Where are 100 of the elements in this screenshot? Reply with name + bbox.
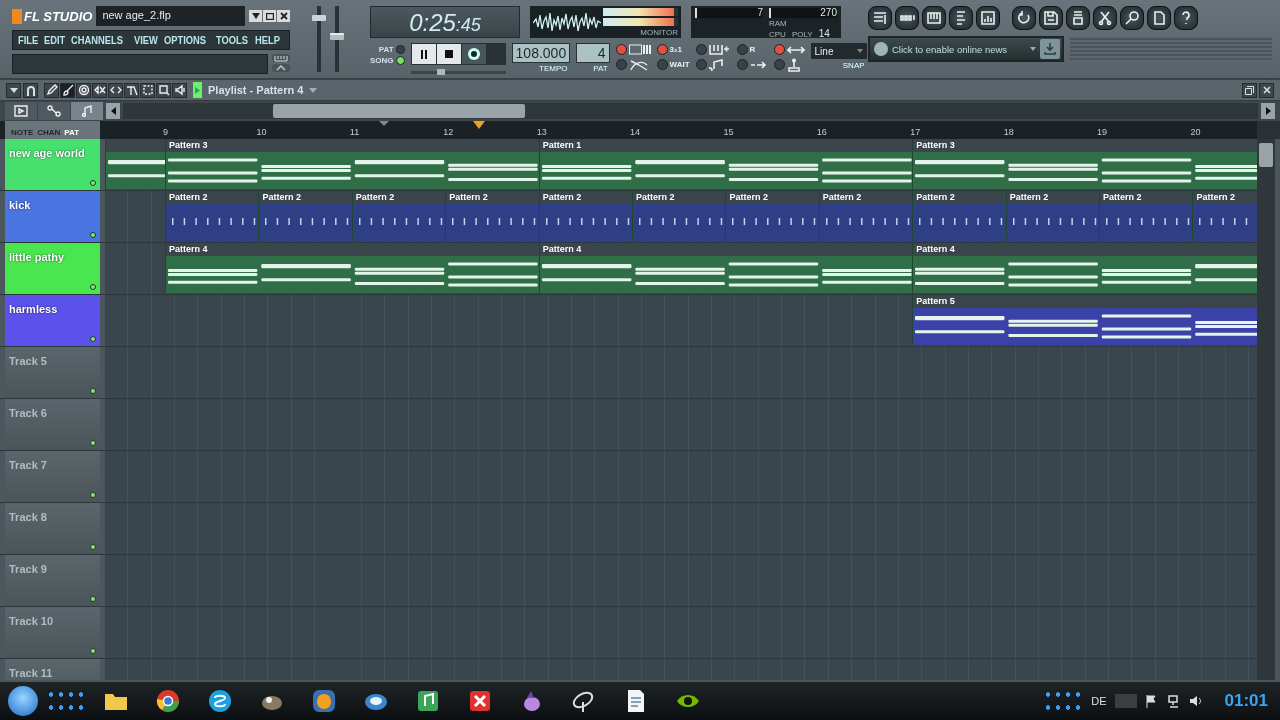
track-lane[interactable]: Pattern 4 Pattern 4 Pattern 4 [105, 243, 1257, 294]
slider-thumb[interactable] [330, 33, 344, 40]
toggle-light[interactable] [736, 59, 748, 70]
track-led-icon[interactable] [90, 388, 96, 394]
track-led-icon[interactable] [90, 180, 96, 186]
menu-caret-button[interactable] [249, 10, 262, 22]
track-led-icon[interactable] [90, 596, 96, 602]
save-button[interactable] [1039, 6, 1063, 30]
menu-item[interactable]: EDIT [43, 34, 66, 46]
start-button[interactable] [8, 686, 38, 716]
download-button[interactable] [1040, 39, 1060, 59]
dropdown-button[interactable] [6, 82, 21, 98]
toggle-light[interactable] [615, 44, 627, 55]
pattern-clip[interactable]: Pattern 4 [165, 243, 539, 293]
close-button[interactable] [277, 10, 290, 22]
language-indicator[interactable]: DE [1091, 695, 1107, 707]
pattern-clip[interactable]: Pattern 2 [912, 191, 1006, 241]
pencil-tool-button[interactable] [44, 82, 59, 98]
close-button[interactable] [1259, 82, 1274, 98]
slider-thumb[interactable] [312, 15, 326, 21]
menu-item[interactable]: VIEW [134, 34, 158, 46]
help-button[interactable] [1174, 6, 1198, 30]
menu-item[interactable]: HELP [255, 34, 281, 46]
track-header[interactable]: harmless [5, 295, 100, 346]
export-button[interactable] [1066, 6, 1090, 30]
pattern-clip[interactable]: Pattern 2 [258, 191, 352, 241]
undo-button[interactable] [1012, 6, 1036, 30]
volume-icon[interactable] [1188, 694, 1203, 708]
piano-button[interactable] [922, 6, 946, 30]
track-lane[interactable] [105, 399, 1257, 450]
notes-button[interactable] [1147, 6, 1171, 30]
mute-tool-button[interactable] [92, 82, 107, 98]
menu-item[interactable]: TOOLS [215, 34, 248, 46]
pattern-clip[interactable]: Pattern 5 [912, 295, 1257, 345]
pattern-clip[interactable]: Pattern 3 [912, 139, 1257, 189]
flag-icon[interactable] [1144, 694, 1159, 708]
maximize-button[interactable] [263, 10, 276, 22]
track-led-icon[interactable] [90, 284, 96, 290]
pattern-clip[interactable]: Pattern 2 [1099, 191, 1193, 241]
speaker-tool-button[interactable] [172, 82, 187, 98]
menu-item[interactable]: CHANNELS [70, 34, 123, 46]
clock[interactable]: 01:01 [1224, 691, 1268, 711]
toggle-light[interactable] [736, 44, 748, 55]
mixer-button[interactable] [976, 6, 1000, 30]
pattern-clip[interactable]: Pattern 2 [445, 191, 539, 241]
timeline-ruler[interactable]: 9 10 11 12 13 14 15 16 17 18 19 20 [105, 121, 1257, 139]
track-lane[interactable]: Pattern 2 Pattern 2 Pattern 2 Pattern 2 Pattern 2 Pattern 2 Pattern 2 Pattern 2 Pattern 2 Pattern 2 Pattern 2 Pattern 2 [105, 191, 1257, 242]
scroll-right-button[interactable] [1261, 103, 1275, 119]
pattern-clip[interactable]: Pattern 2 [725, 191, 819, 241]
news-panel[interactable]: Click to enable online news [868, 36, 1064, 62]
pattern-clip[interactable]: Pattern 2 [351, 191, 446, 241]
track-lane[interactable] [105, 347, 1257, 398]
slice-tool-button[interactable] [124, 82, 139, 98]
slider-thumb[interactable] [436, 69, 445, 75]
toggle-light[interactable] [695, 59, 707, 70]
track-header[interactable]: kick [5, 191, 100, 242]
toggle-light[interactable] [773, 59, 785, 70]
pattern-clip[interactable]: Pattern 2 [632, 191, 726, 241]
toggle-light[interactable] [615, 59, 627, 70]
stop-button[interactable] [436, 44, 461, 64]
track-lane[interactable]: Pattern 3 Pattern 1 Pattern 3 [105, 139, 1257, 190]
slip-tool-button[interactable] [108, 82, 123, 98]
pattern-tab[interactable] [5, 102, 37, 120]
pattern-clip[interactable]: Pattern 2 [538, 191, 633, 241]
scroll-left-button[interactable] [106, 103, 120, 119]
filter-option[interactable]: PAT [64, 128, 80, 137]
mode-radio[interactable] [395, 45, 405, 54]
snap-dropdown[interactable]: Line [810, 43, 867, 59]
pattern-clip[interactable]: Pattern 2 [1005, 191, 1100, 241]
pattern-clip[interactable]: Pattern 2 [818, 191, 913, 241]
toggle-light[interactable] [695, 44, 707, 55]
pattern-clip[interactable]: Pattern 2 [165, 191, 259, 241]
track-led-icon[interactable] [90, 232, 96, 238]
cut-button[interactable] [1093, 6, 1117, 30]
restore-button[interactable] [1242, 82, 1257, 98]
menu-item[interactable]: OPTIONS [164, 34, 207, 46]
brush-tool-button[interactable] [60, 82, 75, 98]
select-tool-button[interactable] [140, 82, 155, 98]
track-lane[interactable]: Pattern 5 [105, 295, 1257, 346]
track-led-icon[interactable] [90, 648, 96, 654]
chevron-button[interactable] [272, 64, 290, 72]
zoom-tool-button[interactable] [156, 82, 171, 98]
track-lane[interactable] [105, 555, 1257, 606]
horizontal-scrollbar[interactable] [123, 103, 1258, 119]
record-button[interactable] [1120, 6, 1144, 30]
pause-button[interactable] [411, 44, 436, 64]
track-led-icon[interactable] [90, 492, 96, 498]
pattern-clip[interactable]: Pattern 4 [912, 243, 1257, 293]
mode-radio[interactable] [395, 56, 405, 65]
track-led-icon[interactable] [90, 440, 96, 446]
record-button[interactable] [461, 44, 486, 64]
toggle-light[interactable] [656, 59, 668, 70]
vertical-scrollbar[interactable] [1257, 139, 1275, 680]
track-lane[interactable] [105, 451, 1257, 502]
toggle-light[interactable] [656, 44, 668, 55]
pattern-clip[interactable]: Pattern 3 [165, 139, 539, 189]
tempo-display[interactable]: 108.000 [511, 43, 570, 63]
track-lane[interactable] [105, 503, 1257, 554]
keyboard-button[interactable] [272, 54, 290, 62]
track-led-icon[interactable] [90, 336, 96, 342]
